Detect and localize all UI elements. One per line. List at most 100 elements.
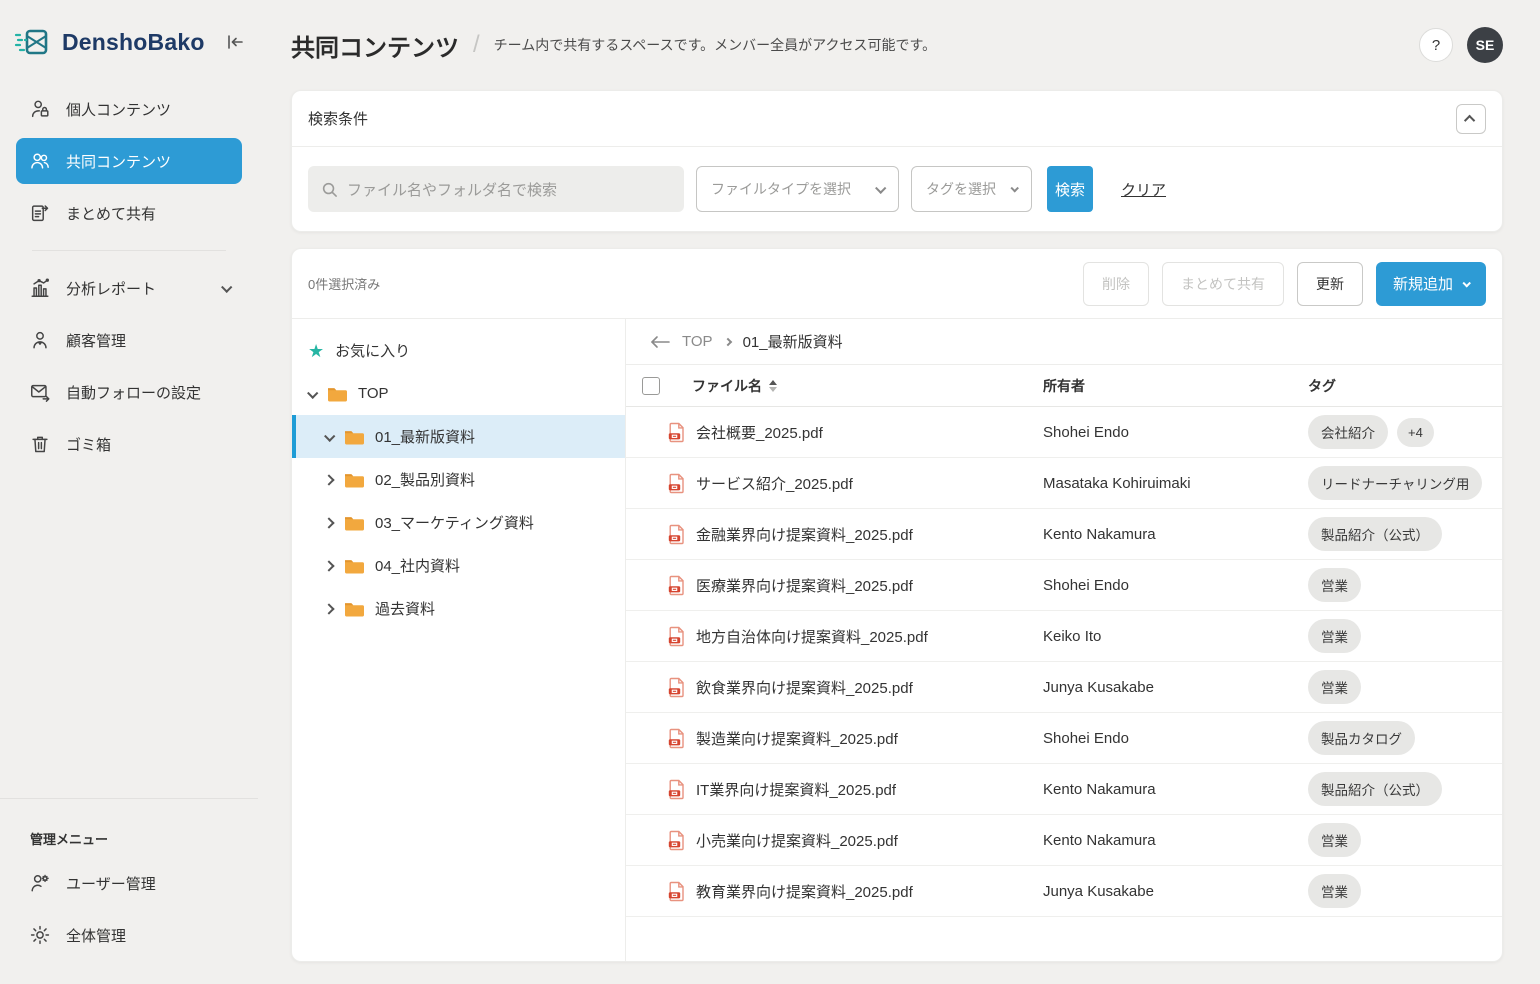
tree-root-item[interactable]: TOP [292, 372, 625, 415]
file-name[interactable]: 教育業界向け提案資料_2025.pdf [696, 881, 913, 902]
sidebar-item-ゴミ箱[interactable]: ゴミ箱 [16, 421, 242, 467]
sidebar-item-label: 自動フォローの設定 [66, 382, 201, 403]
favorites-item[interactable]: ★ お気に入り [292, 329, 625, 372]
file-name[interactable]: 会社概要_2025.pdf [696, 422, 823, 443]
owner-cell: Kento Nakamura [1043, 526, 1308, 543]
search-panel-collapse-button[interactable] [1456, 104, 1486, 134]
tree-folder-item[interactable]: 02_製品別資料 [292, 458, 625, 501]
folder-icon [344, 558, 364, 574]
tag-pill: 製品紹介（公式） [1308, 517, 1442, 551]
refresh-button[interactable]: 更新 [1297, 262, 1363, 306]
tree-folder-item[interactable]: 03_マーケティング資料 [292, 501, 625, 544]
tree-folder-item[interactable]: 04_社内資料 [292, 544, 625, 587]
owner-cell: Junya Kusakabe [1043, 883, 1308, 900]
chevron-down-icon [307, 387, 318, 398]
tag-pill: 営業 [1308, 670, 1361, 704]
tag-cell: 営業 [1308, 874, 1502, 908]
tree-folder-label: 02_製品別資料 [375, 469, 475, 490]
file-table: TOP 01_最新版資料 ファイル名 所有者 タグ 会社概要_2025.pd [626, 319, 1502, 961]
tag-cell: 製品紹介（公式） [1308, 517, 1502, 551]
file-name[interactable]: IT業界向け提案資料_2025.pdf [696, 779, 896, 800]
column-header-owner: 所有者 [1043, 376, 1308, 396]
table-row: 製造業向け提案資料_2025.pdfShohei Endo製品カタログ [626, 713, 1502, 764]
search-panel: 検索条件 ファイル名やフォルダ名で検索 ファイルタイプを選択 [291, 90, 1503, 232]
clear-link[interactable]: クリア [1121, 179, 1166, 200]
pdf-file-icon [668, 575, 686, 596]
sidebar-admin-item-ユーザー管理[interactable]: ユーザー管理 [16, 860, 242, 906]
sidebar-item-自動フォローの設定[interactable]: 自動フォローの設定 [16, 369, 242, 415]
tag-pill: リードナーチャリング用 [1308, 466, 1482, 500]
breadcrumb-current: 01_最新版資料 [743, 331, 843, 352]
back-arrow-icon[interactable] [650, 335, 670, 349]
chevron-right-icon [323, 560, 334, 571]
sidebar-item-分析レポート[interactable]: 分析レポート [16, 265, 242, 311]
tag-cell: 営業 [1308, 568, 1502, 602]
tag-select[interactable]: タグを選択 [911, 166, 1032, 212]
file-name[interactable]: サービス紹介_2025.pdf [696, 473, 853, 494]
sidebar-collapse-icon[interactable] [225, 29, 245, 55]
delete-button[interactable]: 削除 [1083, 262, 1149, 306]
sidebar-item-顧客管理[interactable]: 顧客管理 [16, 317, 242, 363]
tag-cell: リードナーチャリング用 [1308, 466, 1502, 500]
tag-pill: 製品カタログ [1308, 721, 1415, 755]
page-header: 共同コンテンツ / チーム内で共有するスペースです。メンバー全員がアクセス可能で… [291, 0, 1503, 90]
app-window: DenshoBako 個人コンテンツ共同コンテンツまとめて共有分析レポート顧客管… [0, 0, 1540, 984]
pdf-file-icon [668, 779, 686, 800]
tree-folder-label: 03_マーケティング資料 [375, 512, 534, 533]
add-new-button-label: 新規追加 [1393, 273, 1453, 294]
tree-folder-item[interactable]: 過去資料 [292, 587, 625, 630]
sidebar-nav: 個人コンテンツ共同コンテンツまとめて共有分析レポート顧客管理自動フォローの設定ゴ… [0, 86, 258, 473]
table-row: 医療業界向け提案資料_2025.pdfShohei Endo営業 [626, 560, 1502, 611]
tag-more-badge[interactable]: +4 [1397, 418, 1434, 447]
help-button[interactable]: ? [1419, 28, 1453, 62]
pdf-file-icon [668, 830, 686, 851]
file-cell: 地方自治体向け提案資料_2025.pdf [668, 626, 1043, 647]
app-logo-icon [14, 22, 54, 62]
pdf-file-icon [668, 728, 686, 749]
sidebar-admin-item-全体管理[interactable]: 全体管理 [16, 912, 242, 958]
sidebar-item-label: 顧客管理 [66, 330, 126, 351]
file-name[interactable]: 金融業界向け提案資料_2025.pdf [696, 524, 913, 545]
search-controls: ファイル名やフォルダ名で検索 ファイルタイプを選択 タグを選択 検索 クリア [292, 147, 1502, 231]
search-input-placeholder: ファイル名やフォルダ名で検索 [347, 179, 557, 200]
user-avatar[interactable]: SE [1467, 27, 1503, 63]
bulk-share-button[interactable]: まとめて共有 [1162, 262, 1284, 306]
breadcrumb-root[interactable]: TOP [682, 333, 713, 350]
tag-select-value: タグを選択 [926, 179, 996, 199]
people-icon [28, 149, 52, 173]
file-cell: 金融業界向け提案資料_2025.pdf [668, 524, 1043, 545]
tree-folder-label: 01_最新版資料 [375, 426, 475, 447]
person-gear-icon [28, 871, 52, 895]
sidebar-item-共同コンテンツ[interactable]: 共同コンテンツ [16, 138, 242, 184]
pdf-file-icon [668, 677, 686, 698]
file-name[interactable]: 飲食業界向け提案資料_2025.pdf [696, 677, 913, 698]
table-header: ファイル名 所有者 タグ [626, 365, 1502, 407]
search-button[interactable]: 検索 [1047, 166, 1093, 212]
file-name[interactable]: 製造業向け提案資料_2025.pdf [696, 728, 898, 749]
sidebar-divider [0, 798, 258, 799]
tree-folder-item[interactable]: 01_最新版資料 [292, 415, 625, 458]
chevron-down-icon [221, 282, 232, 293]
trash-icon [28, 432, 52, 456]
sidebar-item-まとめて共有[interactable]: まとめて共有 [16, 190, 242, 236]
tag-cell: 営業 [1308, 619, 1502, 653]
page-subtitle: チーム内で共有するスペースです。メンバー全員がアクセス可能です。 [494, 35, 936, 55]
select-all-checkbox[interactable] [642, 377, 660, 395]
tag-pill: 営業 [1308, 823, 1361, 857]
pdf-file-icon [668, 473, 686, 494]
file-name[interactable]: 医療業界向け提案資料_2025.pdf [696, 575, 913, 596]
tree-root-label: TOP [358, 385, 389, 402]
folder-icon [344, 601, 364, 617]
file-name[interactable]: 小売業向け提案資料_2025.pdf [696, 830, 898, 851]
column-header-name: ファイル名 [692, 376, 762, 396]
sidebar-item-個人コンテンツ[interactable]: 個人コンテンツ [16, 86, 242, 132]
sidebar-item-label: ゴミ箱 [66, 434, 111, 455]
search-input[interactable]: ファイル名やフォルダ名で検索 [308, 166, 684, 212]
file-type-select[interactable]: ファイルタイプを選択 [696, 166, 899, 212]
file-cell: サービス紹介_2025.pdf [668, 473, 1043, 494]
add-new-button[interactable]: 新規追加 [1376, 262, 1486, 306]
tag-pill: 会社紹介 [1308, 415, 1388, 449]
sort-icon[interactable] [769, 380, 777, 392]
search-panel-header: 検索条件 [292, 91, 1502, 147]
file-name[interactable]: 地方自治体向け提案資料_2025.pdf [696, 626, 928, 647]
